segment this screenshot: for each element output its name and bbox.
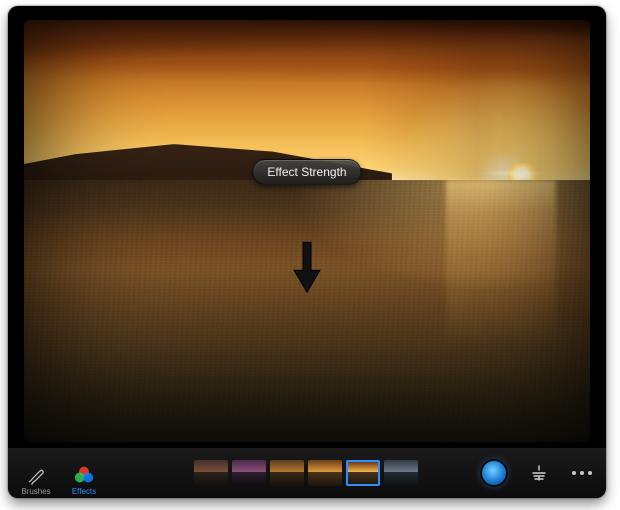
edge-detect-button[interactable] [528,462,550,484]
effect-thumb-5[interactable] [346,460,380,486]
brush-icon [26,465,46,485]
image-canvas[interactable]: Effect Strength [24,20,590,442]
brushes-button[interactable]: Brushes [16,452,56,498]
effect-thumb-1[interactable] [194,460,228,486]
tool-mode-group: Brushes Effects [8,448,104,498]
effect-thumbnail-strip [194,460,418,486]
effects-button[interactable]: Effects [64,452,104,498]
brushes-label: Brushes [21,487,50,496]
effects-icon [73,465,95,485]
bottom-toolbar: Brushes Effects [8,447,606,498]
effect-thumb-3[interactable] [270,460,304,486]
effect-thumb-4[interactable] [308,460,342,486]
more-options-button[interactable] [572,471,592,475]
effect-strength-tooltip: Effect Strength [252,159,361,185]
edge-icon [529,463,549,483]
effect-thumb-6[interactable] [384,460,418,486]
right-controls [482,461,606,485]
photo-sunset [24,20,590,442]
effect-thumb-2[interactable] [232,460,266,486]
app-window: Effect Strength Brushes Effects [8,6,606,498]
strength-dial[interactable] [482,461,506,485]
effects-label: Effects [72,487,96,496]
